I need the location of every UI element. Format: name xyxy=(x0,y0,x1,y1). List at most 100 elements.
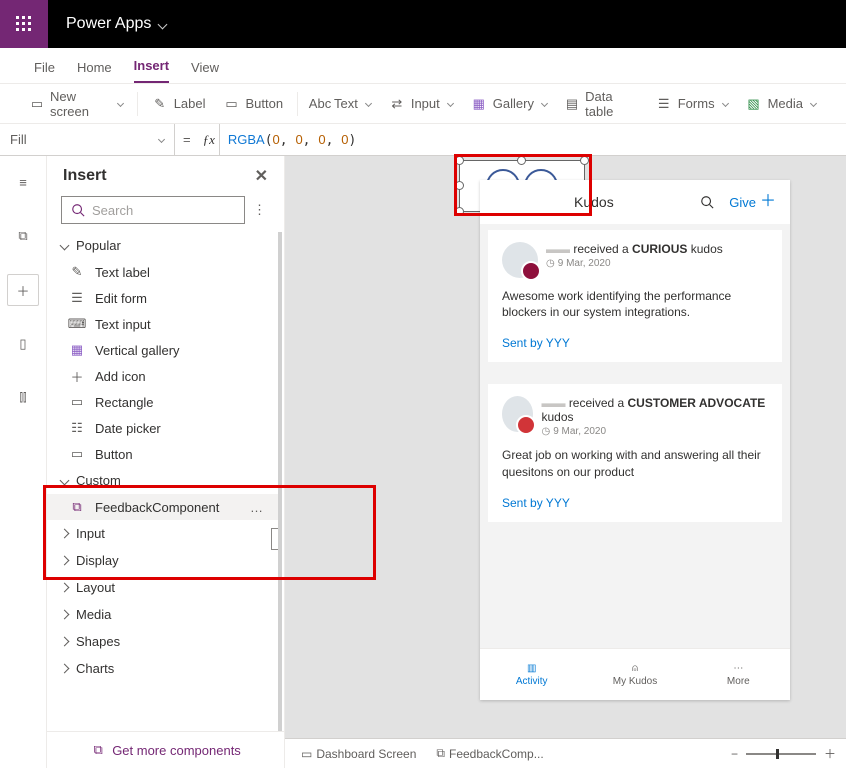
property-dropdown[interactable]: Fill xyxy=(0,124,175,155)
plus-icon: ＋ xyxy=(69,368,85,384)
text-icon: Abc xyxy=(312,96,328,112)
menu-home[interactable]: Home xyxy=(77,60,112,83)
ribbon-new-screen[interactable]: ▭New screen xyxy=(22,85,131,123)
tab-feedback-comp[interactable]: ⧉FeedbackComp... xyxy=(430,744,549,763)
more-icon[interactable]: … xyxy=(250,500,264,515)
kudos-card[interactable]: ▬▬ received a CUSTOMER ADVOCATE kudos ◷9… xyxy=(488,384,782,521)
cat-popular[interactable]: Popular xyxy=(47,232,278,259)
chevron-down-icon xyxy=(60,241,70,251)
menu-view[interactable]: View xyxy=(191,60,219,83)
tab-dashboard-screen[interactable]: ▭Dashboard Screen xyxy=(295,745,422,763)
component-icon: ⧉ xyxy=(90,742,106,758)
canvas[interactable]: Kudos Give＋ ▬▬ received a CURIOUS kudos … xyxy=(285,156,846,768)
cat-media[interactable]: Media xyxy=(47,601,278,628)
rail-tree-button[interactable]: ≡ xyxy=(7,166,39,198)
kudos-body: Awesome work identifying the performance… xyxy=(502,288,768,320)
separator xyxy=(137,92,138,116)
component-icon: ⧉ xyxy=(436,746,445,761)
item-date-picker[interactable]: ☷Date picker xyxy=(47,415,278,441)
zoom-controls: − ＋ xyxy=(731,745,836,762)
ribbon-forms[interactable]: ☰Forms xyxy=(648,92,736,116)
clock-icon: ◷ xyxy=(546,258,555,269)
ribbon-media[interactable]: ▧Media xyxy=(738,92,824,116)
item-button[interactable]: ▭Button xyxy=(47,441,278,467)
item-edit-form[interactable]: ☰Edit form xyxy=(47,285,278,311)
calendar-icon: ☷ xyxy=(69,420,85,436)
formula-bar: Fill = ƒx RGBA(0, 0, 0, 0) xyxy=(0,124,846,156)
give-button[interactable]: Give＋ xyxy=(729,194,776,210)
item-text-label[interactable]: ✎Text label xyxy=(47,259,278,285)
ribbon-button[interactable]: ▭Button xyxy=(216,92,292,116)
cat-layout[interactable]: Layout xyxy=(47,574,278,601)
cat-charts[interactable]: Charts xyxy=(47,655,278,682)
chevron-right-icon xyxy=(60,556,70,566)
nav-activity[interactable]: ▥Activity xyxy=(480,649,583,700)
avatar xyxy=(502,396,533,432)
app-header-title: Kudos xyxy=(494,194,699,210)
plus-icon: ＋ xyxy=(760,194,776,210)
item-rectangle[interactable]: ▭Rectangle xyxy=(47,389,278,415)
chevron-down-icon xyxy=(158,136,165,143)
close-icon[interactable]: ✕ xyxy=(255,166,268,186)
insert-more-button[interactable]: ⋮ xyxy=(249,202,270,218)
menu-insert[interactable]: Insert xyxy=(134,58,169,83)
ribbon-label[interactable]: ✎Label xyxy=(144,92,214,116)
zoom-out-button[interactable]: − xyxy=(731,747,738,761)
insert-panel: Insert ✕ Search ⋮ Popular ✎Text label ☰E… xyxy=(47,156,285,768)
cat-custom[interactable]: Custom xyxy=(47,467,278,494)
ribbon-input[interactable]: ⇄Input xyxy=(381,92,461,116)
item-vertical-gallery[interactable]: ▦Vertical gallery xyxy=(47,337,278,363)
input-icon: ⇄ xyxy=(389,96,405,112)
kudos-sender: Sent by YYY xyxy=(502,496,768,510)
label-icon: ✎ xyxy=(152,96,168,112)
app-header: Kudos Give＋ xyxy=(480,180,790,224)
media-icon: ▧ xyxy=(746,96,762,112)
app-title-dropdown[interactable]: Power Apps xyxy=(48,15,166,33)
person-icon: ⍝ xyxy=(632,663,638,674)
app-launcher-button[interactable] xyxy=(0,0,48,48)
rail-media-button[interactable]: ▯ xyxy=(7,328,39,360)
zoom-in-button[interactable]: ＋ xyxy=(824,745,836,762)
item-feedback-component[interactable]: ⧉FeedbackComponent… xyxy=(47,494,278,520)
cat-input[interactable]: Input xyxy=(47,520,278,547)
nav-more[interactable]: ⋯More xyxy=(687,649,790,700)
resize-handle[interactable] xyxy=(455,156,464,165)
kudos-date: ◷9 Mar, 2020 xyxy=(546,258,723,269)
phone-preview: Kudos Give＋ ▬▬ received a CURIOUS kudos … xyxy=(480,180,790,700)
item-text-input[interactable]: ⌨Text input xyxy=(47,311,278,337)
rectangle-icon: ▭ xyxy=(69,394,85,410)
rail-advanced-button[interactable]: ⫿⫿ xyxy=(7,382,39,414)
rail-insert-button[interactable]: ＋ xyxy=(7,274,39,306)
formula-input[interactable]: RGBA(0, 0, 0, 0) xyxy=(220,132,356,148)
form-icon: ☰ xyxy=(69,290,85,306)
ribbon-data-table[interactable]: ▤Data table xyxy=(557,85,646,123)
cat-display[interactable]: Display xyxy=(47,547,278,574)
resize-handle[interactable] xyxy=(455,207,464,216)
zoom-slider[interactable] xyxy=(746,753,816,755)
insert-panel-header: Insert ✕ xyxy=(47,156,284,192)
bottom-nav: ▥Activity ⍝My Kudos ⋯More xyxy=(480,648,790,700)
chevron-right-icon xyxy=(60,610,70,620)
insert-search-row: Search ⋮ xyxy=(61,196,270,224)
screen-icon: ▭ xyxy=(30,96,44,112)
resize-handle[interactable] xyxy=(517,156,526,165)
button-icon: ▭ xyxy=(69,446,85,462)
menu-file[interactable]: File xyxy=(34,60,55,83)
rail-data-button[interactable]: ⧉ xyxy=(7,220,39,252)
nav-mykudos[interactable]: ⍝My Kudos xyxy=(583,649,686,700)
ribbon-text[interactable]: AbcText xyxy=(304,92,379,116)
chevron-down-icon xyxy=(541,100,548,107)
screen-tabs: ▭Dashboard Screen ⧉FeedbackComp... − ＋ xyxy=(285,738,846,768)
resize-handle[interactable] xyxy=(580,156,589,165)
equals-label: = xyxy=(175,132,199,147)
kudos-card[interactable]: ▬▬ received a CURIOUS kudos ◷9 Mar, 2020… xyxy=(488,230,782,362)
resize-handle[interactable] xyxy=(455,181,464,190)
screen-icon: ▭ xyxy=(301,747,312,761)
insert-search-input[interactable]: Search xyxy=(61,196,245,224)
get-more-components-button[interactable]: ⧉ Get more components xyxy=(47,731,284,768)
search-icon[interactable] xyxy=(699,194,715,210)
item-add-icon[interactable]: ＋Add icon xyxy=(47,363,278,389)
ribbon-gallery[interactable]: ▦Gallery xyxy=(463,92,555,116)
cat-shapes[interactable]: Shapes xyxy=(47,628,278,655)
main-area: ≡ ⧉ ＋ ▯ ⫿⫿ Insert ✕ Search ⋮ Popular ✎Te… xyxy=(0,156,846,768)
